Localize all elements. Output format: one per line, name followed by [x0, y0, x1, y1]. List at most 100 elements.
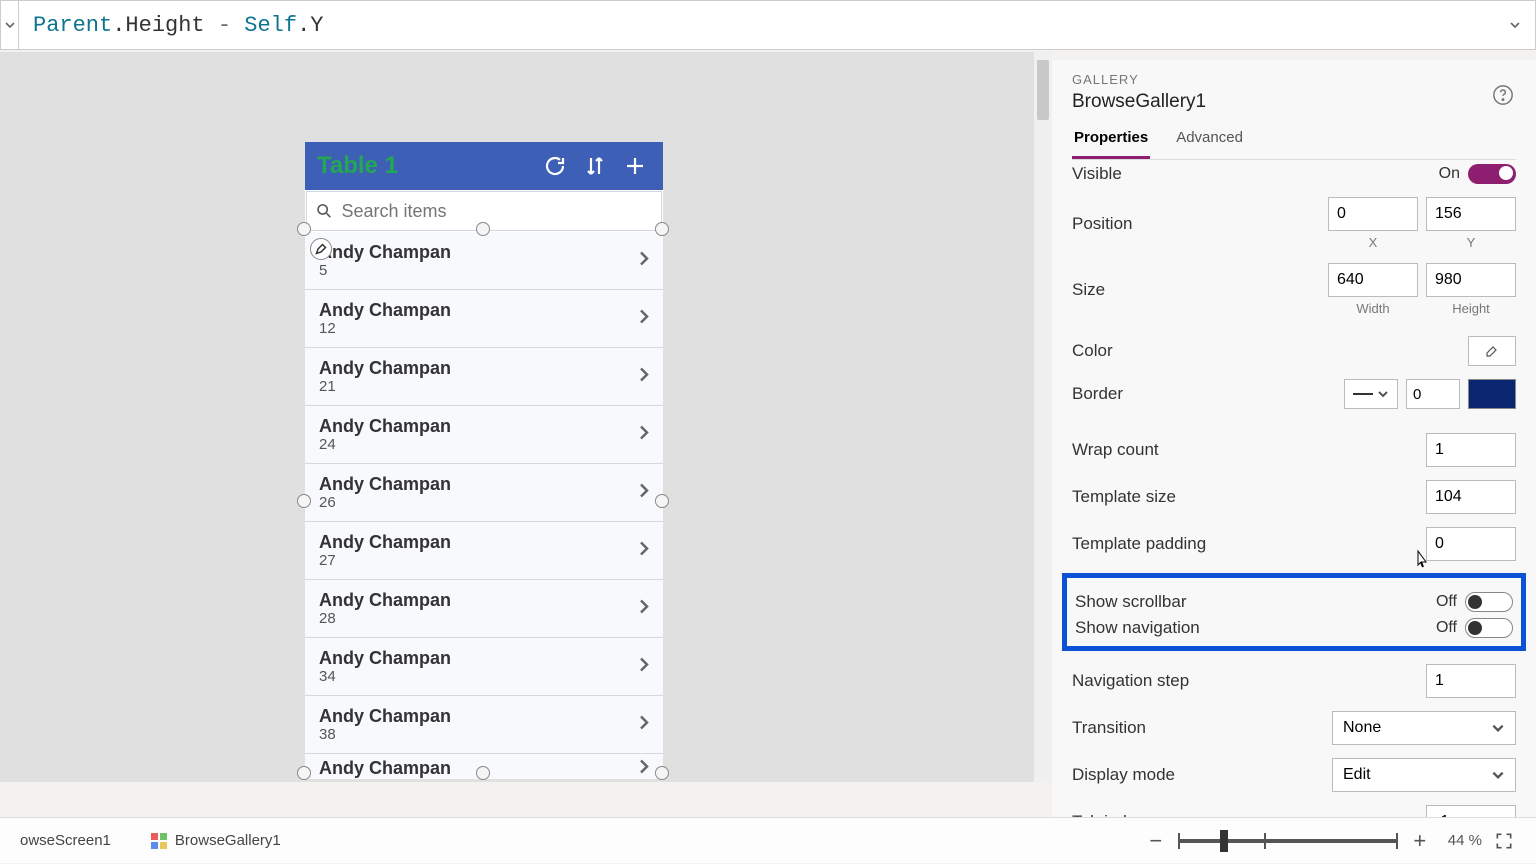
control-type-label: GALLERY — [1072, 72, 1516, 87]
color-picker[interactable] — [1468, 336, 1516, 366]
prop-show-scrollbar: Show scrollbar Off — [1075, 592, 1513, 612]
formula-input[interactable]: Parent.Height - Self.Y — [19, 13, 1495, 38]
chevron-right-icon[interactable] — [635, 423, 653, 446]
prop-size: Size Width Height — [1072, 263, 1516, 316]
prop-label: Size — [1072, 280, 1328, 300]
fit-to-screen-button[interactable] — [1492, 829, 1516, 853]
selection-handle[interactable] — [655, 766, 669, 780]
property-dropdown-edge[interactable] — [1, 0, 19, 50]
chevron-right-icon[interactable] — [635, 249, 653, 272]
zoom-slider[interactable] — [1178, 839, 1398, 843]
position-y-input[interactable] — [1426, 197, 1516, 231]
chevron-right-icon[interactable] — [635, 597, 653, 620]
scrollbar-thumb[interactable] — [1037, 60, 1049, 120]
border-thickness-input[interactable] — [1406, 379, 1460, 409]
border-style-dropdown[interactable] — [1344, 379, 1398, 409]
help-icon[interactable] — [1492, 84, 1514, 106]
transition-dropdown[interactable]: None — [1332, 711, 1516, 745]
formula-expand-button[interactable] — [1495, 18, 1535, 32]
gallery-body[interactable]: Andy Champan5Andy Champan12Andy Champan2… — [305, 232, 663, 779]
border-color-swatch[interactable] — [1468, 379, 1516, 409]
gallery-item[interactable]: Andy Champan38 — [305, 696, 663, 754]
gallery-item[interactable]: Andy Champan27 — [305, 522, 663, 580]
prop-color: Color — [1072, 336, 1516, 366]
selection-handle[interactable] — [297, 766, 311, 780]
size-width-input[interactable] — [1328, 263, 1418, 297]
gallery-item[interactable]: Andy Champan24 — [305, 406, 663, 464]
visible-toggle[interactable] — [1468, 164, 1516, 184]
item-subtitle: 21 — [319, 378, 451, 395]
search-input[interactable] — [341, 201, 653, 222]
gallery-item[interactable]: Andy Champan5 — [305, 232, 663, 290]
show-scrollbar-toggle[interactable] — [1465, 592, 1513, 612]
token-op: - — [205, 13, 245, 38]
gallery-item[interactable]: Andy Champan12 — [305, 290, 663, 348]
item-title: Andy Champan — [319, 590, 451, 611]
plus-icon[interactable] — [619, 150, 651, 182]
prop-label: Template padding — [1072, 534, 1426, 554]
show-navigation-toggle[interactable] — [1465, 618, 1513, 638]
prop-visible: Visible On — [1072, 164, 1516, 184]
sub-label: X — [1369, 235, 1378, 250]
app-preview: Table 1 Andy Champan5Andy Champan12Andy … — [305, 142, 663, 779]
chevron-right-icon[interactable] — [635, 655, 653, 678]
gallery-item[interactable]: Andy Champan34 — [305, 638, 663, 696]
template-padding-input[interactable] — [1426, 527, 1516, 561]
prop-label: Show navigation — [1075, 618, 1436, 638]
gallery-item[interactable]: Andy Champan26 — [305, 464, 663, 522]
size-height-input[interactable] — [1426, 263, 1516, 297]
selection-handle[interactable] — [655, 222, 669, 236]
zoom-in-button[interactable]: + — [1408, 829, 1432, 853]
tab-advanced[interactable]: Advanced — [1174, 123, 1245, 159]
chevron-right-icon[interactable] — [635, 365, 653, 388]
breadcrumb-label: BrowseGallery1 — [175, 832, 281, 849]
selection-handle[interactable] — [297, 494, 311, 508]
sub-label: Height — [1452, 301, 1490, 316]
control-name: BrowseGallery1 — [1072, 91, 1516, 113]
prop-value: On — [1439, 165, 1460, 183]
item-title: Andy Champan — [319, 242, 451, 263]
wrap-count-input[interactable] — [1426, 433, 1516, 467]
prop-template-size: Template size — [1072, 480, 1516, 514]
canvas-scrollbar[interactable] — [1034, 52, 1052, 782]
template-size-input[interactable] — [1426, 480, 1516, 514]
gallery-item[interactable]: Andy Champan28 — [305, 580, 663, 638]
chevron-right-icon[interactable] — [635, 713, 653, 736]
refresh-icon[interactable] — [539, 150, 571, 182]
selection-handle[interactable] — [476, 222, 490, 236]
chevron-right-icon[interactable] — [635, 481, 653, 504]
item-subtitle: 34 — [319, 668, 451, 685]
formula-bar: Parent.Height - Self.Y — [0, 0, 1536, 50]
display-mode-dropdown[interactable]: Edit — [1332, 758, 1516, 792]
chevron-right-icon[interactable] — [635, 539, 653, 562]
token-self: Self — [244, 13, 297, 38]
tab-properties[interactable]: Properties — [1072, 123, 1150, 159]
breadcrumb-screen[interactable]: owseScreen1 — [6, 818, 125, 864]
gallery-item[interactable]: Andy Champan21 — [305, 348, 663, 406]
item-title: Andy Champan — [319, 532, 451, 553]
app-header: Table 1 — [305, 142, 663, 190]
prop-label: Show scrollbar — [1075, 592, 1436, 612]
item-subtitle: 38 — [319, 726, 451, 743]
chevron-right-icon[interactable] — [635, 757, 653, 779]
sub-label: Y — [1467, 235, 1476, 250]
position-x-input[interactable] — [1328, 197, 1418, 231]
breadcrumb-gallery[interactable]: BrowseGallery1 — [137, 818, 295, 864]
sort-icon[interactable] — [579, 150, 611, 182]
chevron-right-icon[interactable] — [635, 307, 653, 330]
prop-label: Display mode — [1072, 765, 1332, 785]
prop-display-mode: Display mode Edit — [1072, 758, 1516, 792]
navigation-step-input[interactable] — [1426, 664, 1516, 698]
selection-handle[interactable] — [655, 494, 669, 508]
prop-value: Off — [1436, 619, 1457, 637]
zoom-out-button[interactable]: − — [1144, 829, 1168, 853]
zoom-thumb[interactable] — [1220, 830, 1228, 852]
selection-handle[interactable] — [297, 222, 311, 236]
token-height: .Height — [112, 13, 204, 38]
selection-handle[interactable] — [476, 766, 490, 780]
item-subtitle: 28 — [319, 610, 451, 627]
item-title: Andy Champan — [319, 416, 451, 437]
token-y: .Y — [297, 13, 323, 38]
item-title: Andy Champan — [319, 648, 451, 669]
edit-pencil-icon[interactable] — [310, 238, 332, 260]
